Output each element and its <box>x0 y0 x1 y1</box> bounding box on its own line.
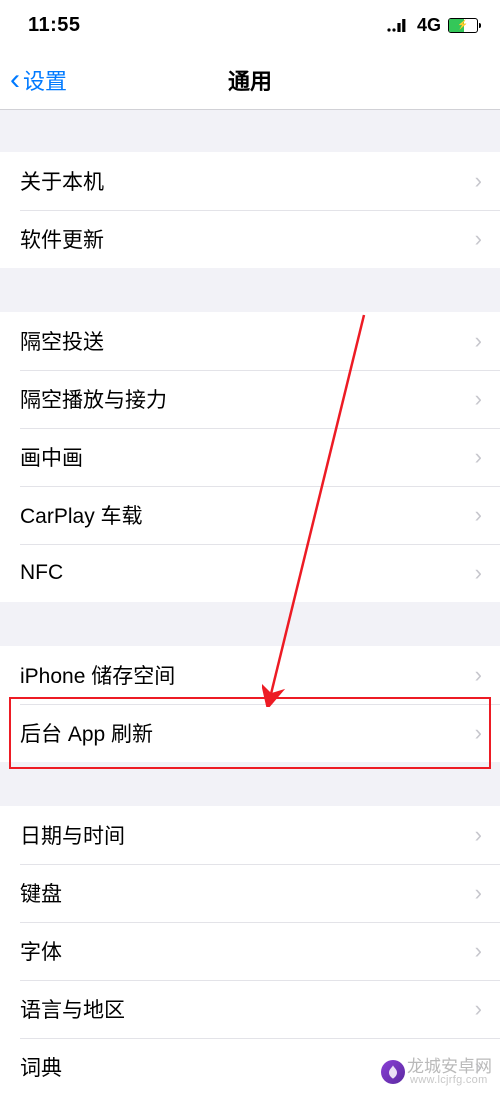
row-label: 后台 App 刷新 <box>20 718 153 748</box>
status-bar: 11:55 4G ⚡ <box>0 0 500 50</box>
chevron-right-icon: › <box>475 226 500 252</box>
row-label: 画中画 <box>20 442 83 472</box>
battery-icon: ⚡ <box>448 18 478 33</box>
row-background-app-refresh[interactable]: 后台 App 刷新 › <box>0 704 500 762</box>
chevron-right-icon: › <box>475 502 500 528</box>
chevron-left-icon: ‹ <box>10 65 20 95</box>
row-label: NFC <box>20 561 63 585</box>
settings-group-sharing: 隔空投送 › 隔空播放与接力 › 画中画 › CarPlay 车载 › NFC … <box>0 312 500 602</box>
signal-icon <box>387 18 409 32</box>
watermark-name: 龙城安卓网 <box>407 1058 492 1076</box>
back-label: 设置 <box>23 64 67 96</box>
row-software-update[interactable]: 软件更新 › <box>0 210 500 268</box>
settings-group-about: 关于本机 › 软件更新 › <box>0 152 500 268</box>
row-language-region[interactable]: 语言与地区 › <box>0 980 500 1038</box>
nav-bar: ‹ 设置 通用 <box>0 50 500 110</box>
row-label: 字体 <box>20 936 62 966</box>
row-label: 软件更新 <box>20 224 104 254</box>
watermark-url: www.lcjrfg.com <box>410 1075 488 1087</box>
row-label: 隔空播放与接力 <box>20 384 167 414</box>
status-time: 11:55 <box>28 14 81 37</box>
status-indicators: 4G ⚡ <box>387 15 478 36</box>
row-airplay-handoff[interactable]: 隔空播放与接力 › <box>0 370 500 428</box>
chevron-right-icon: › <box>475 996 500 1022</box>
chevron-right-icon: › <box>475 444 500 470</box>
chevron-right-icon: › <box>475 328 500 354</box>
row-label: 日期与时间 <box>20 820 125 850</box>
row-label: 隔空投送 <box>20 326 104 356</box>
watermark-logo-icon <box>381 1060 405 1084</box>
chevron-right-icon: › <box>475 560 500 586</box>
row-label: 键盘 <box>20 878 62 908</box>
row-carplay[interactable]: CarPlay 车载 › <box>0 486 500 544</box>
row-label: 词典 <box>20 1052 62 1082</box>
row-iphone-storage[interactable]: iPhone 储存空间 › <box>0 646 500 704</box>
chevron-right-icon: › <box>475 168 500 194</box>
row-keyboard[interactable]: 键盘 › <box>0 864 500 922</box>
chevron-right-icon: › <box>475 386 500 412</box>
settings-group-input: 日期与时间 › 键盘 › 字体 › 语言与地区 › 词典 › <box>0 806 500 1096</box>
settings-group-storage: iPhone 储存空间 › 后台 App 刷新 › <box>0 646 500 762</box>
network-label: 4G <box>417 15 441 36</box>
row-airdrop[interactable]: 隔空投送 › <box>0 312 500 370</box>
row-label: 关于本机 <box>20 166 104 196</box>
row-nfc[interactable]: NFC › <box>0 544 500 602</box>
row-label: CarPlay 车载 <box>20 500 143 530</box>
row-label: 语言与地区 <box>20 994 125 1024</box>
chevron-right-icon: › <box>475 720 500 746</box>
chevron-right-icon: › <box>475 880 500 906</box>
row-about[interactable]: 关于本机 › <box>0 152 500 210</box>
row-fonts[interactable]: 字体 › <box>0 922 500 980</box>
back-button[interactable]: ‹ 设置 <box>0 64 67 96</box>
chevron-right-icon: › <box>475 822 500 848</box>
chevron-right-icon: › <box>475 662 500 688</box>
row-date-time[interactable]: 日期与时间 › <box>0 806 500 864</box>
row-pip[interactable]: 画中画 › <box>0 428 500 486</box>
row-label: iPhone 储存空间 <box>20 660 175 690</box>
page-title: 通用 <box>228 64 272 96</box>
chevron-right-icon: › <box>475 938 500 964</box>
